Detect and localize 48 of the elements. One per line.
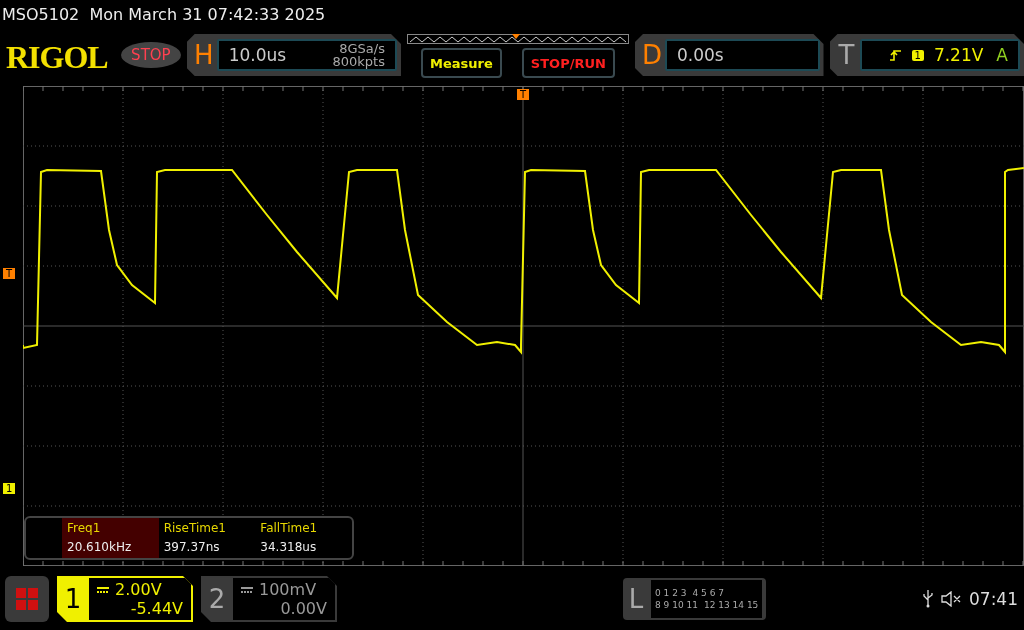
timebase-value: 10.0us <box>228 45 287 65</box>
measurement-item[interactable]: Freq1 20.610kHz <box>62 518 159 558</box>
vertical-offset: 0.00V <box>280 599 327 618</box>
vertical-scale: 100mV <box>259 580 317 599</box>
measurement-item[interactable]: FallTime1 34.318us <box>255 518 352 558</box>
trigger-panel[interactable]: T 1 7.21V A <box>829 34 1024 76</box>
trigger-level-marker: T <box>3 268 16 279</box>
menu-button[interactable]: STOP/RUN <box>521 48 615 78</box>
trigger-source-badge: 1 <box>911 49 924 61</box>
digital-channel-numbers: 12 13 14 15 <box>703 600 759 610</box>
dc-coupling-icon <box>97 586 109 593</box>
trigger-position-marker: T <box>517 89 530 100</box>
memory-depth: 800kpts <box>332 55 385 68</box>
main-menu-button[interactable] <box>5 576 49 622</box>
channel-offset-marker: 1 <box>3 483 16 494</box>
sample-rate: 8GSa/s <box>339 42 385 55</box>
digital-channel-numbers: 4 5 6 7 <box>692 588 724 598</box>
measurement-value: 20.610kHz <box>67 539 133 556</box>
speaker-muted-icon <box>941 591 961 607</box>
measurement-value: 397.37ns <box>163 539 221 556</box>
measurement-name: FallTime1 <box>260 520 319 537</box>
measurement-value: 34.318us <box>260 539 318 556</box>
status-line: MSO5102 Mon March 31 07:42:33 2025 <box>1 4 327 26</box>
clock-time: 07:41 <box>969 589 1018 609</box>
run-state-indicator: STOP <box>121 42 181 68</box>
vertical-offset: -5.44V <box>130 599 183 618</box>
measurement-name: Freq1 <box>67 520 102 537</box>
trigger-mode: A <box>996 45 1008 65</box>
channel-panel[interactable]: 1 2.00V -5.44V <box>57 576 193 622</box>
menu-button[interactable]: Measure <box>421 48 502 78</box>
trigger-level: 7.21V <box>933 45 984 65</box>
delay-panel[interactable]: D 0.00s <box>635 34 824 76</box>
rising-edge-icon <box>889 49 902 61</box>
usb-icon <box>923 590 933 608</box>
channel-number: 2 <box>207 583 227 616</box>
digital-channel-numbers: 0 1 2 3 <box>655 588 687 598</box>
dc-coupling-icon <box>241 586 253 593</box>
logic-panel[interactable]: L 0 1 2 3 4 5 6 7 8 9 10 11 12 13 14 15 <box>623 578 767 620</box>
delay-value: 0.00s <box>677 45 724 65</box>
digital-channel-numbers: 8 9 10 11 <box>655 600 698 610</box>
horizontal-panel[interactable]: H 10.0us 8GSa/s 800kpts <box>186 34 401 76</box>
grid-squares-icon <box>16 588 38 610</box>
vertical-scale: 2.00V <box>115 580 162 599</box>
brand-logo: RIGOL <box>6 39 109 76</box>
measurement-name: RiseTime1 <box>163 520 227 537</box>
measurement-item[interactable]: RiseTime1 397.37ns <box>158 518 256 558</box>
channel-number: 1 <box>63 583 83 616</box>
channel-panel[interactable]: 2 100mV 0.00V <box>201 576 337 622</box>
